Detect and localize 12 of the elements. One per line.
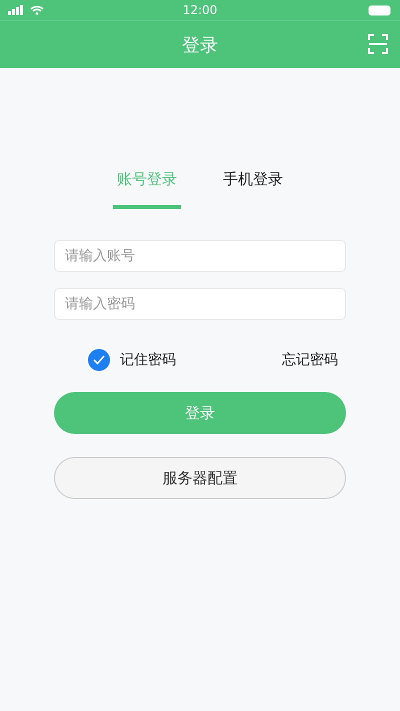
login-tab[interactable]: 手机登录: [219, 168, 287, 209]
page-title: 登录: [182, 34, 218, 56]
input-field[interactable]: 请输入密码: [54, 288, 346, 320]
remember-password-checkbox[interactable]: 记住密码: [88, 349, 176, 371]
signal-icon: [8, 5, 24, 15]
wifi-icon: [30, 5, 44, 15]
battery-icon: [368, 4, 392, 16]
forgot-password-link[interactable]: 忘记密码: [282, 351, 338, 369]
status-time: 12:00: [182, 3, 218, 17]
server-config-button[interactable]: 服务器配置: [54, 457, 346, 499]
input-field[interactable]: 请输入账号: [54, 240, 346, 272]
scan-icon[interactable]: [368, 34, 388, 54]
